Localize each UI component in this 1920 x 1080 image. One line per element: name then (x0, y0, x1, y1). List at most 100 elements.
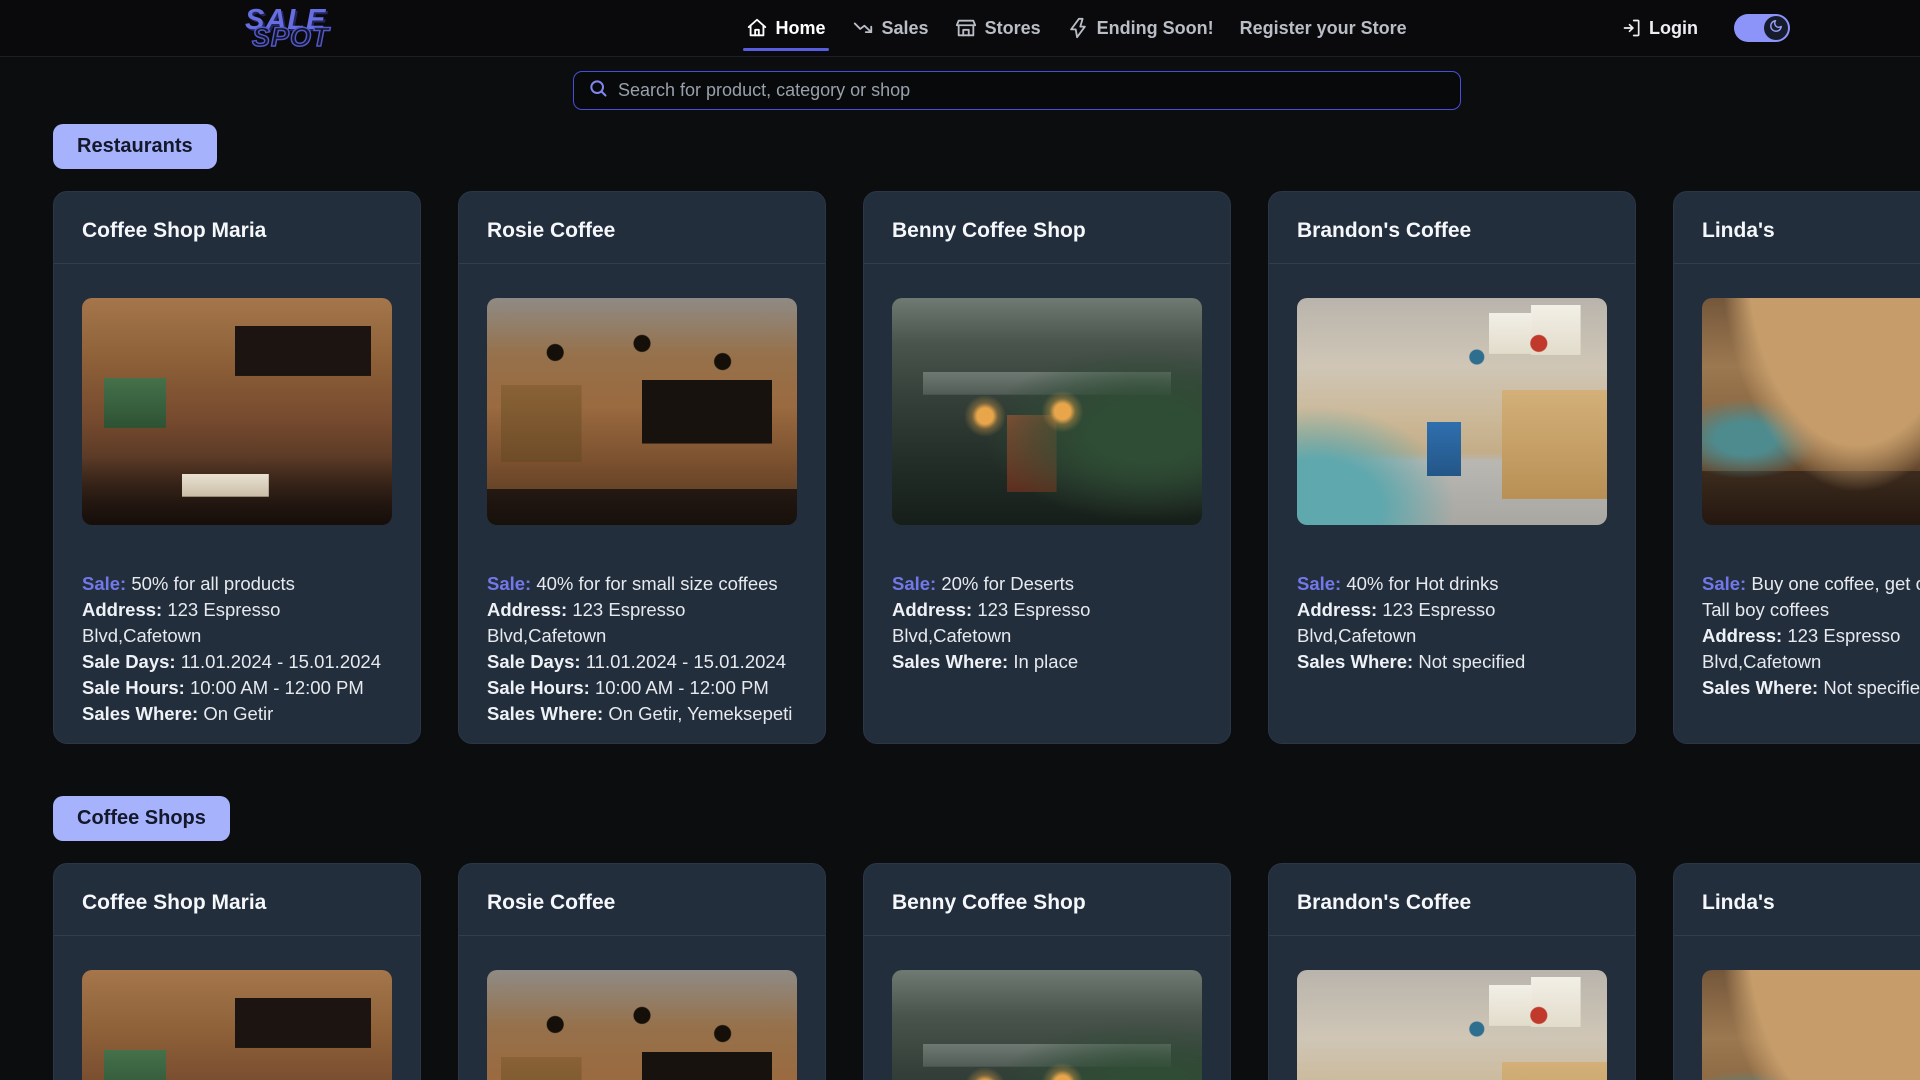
field-label: Sale Days: (487, 651, 581, 672)
shop-card-linda-s[interactable]: Linda'sSale: Buy one coffee, get one fre… (1673, 863, 1920, 1080)
field-label: Sale Hours: (82, 677, 185, 698)
nav-items: Home Sales Stores Ending Soon! Register your… (746, 0, 1407, 57)
card-field-sale-hours: Sale Hours: 10:00 AM - 12:00 PM (487, 675, 797, 701)
card-details: Sale: 40% for Hot drinksAddress: 123 Esp… (1297, 571, 1607, 675)
coffee-shop-maria-photo (82, 298, 392, 525)
nav-item-label: Register your Store (1240, 18, 1407, 39)
nav-item-label: Sales (882, 18, 929, 39)
section-badge-coffee-shops[interactable]: Coffee Shops (53, 796, 230, 841)
card-field-sales-where: Sales Where: On Getir, Yemeksepeti (487, 701, 797, 727)
shop-card-benny-coffee-shop[interactable]: Benny Coffee ShopSale: 20% for DesertsAd… (863, 191, 1231, 744)
rosie-coffee-photo (487, 298, 797, 525)
field-label: Address: (1297, 599, 1377, 620)
shop-card-linda-s[interactable]: Linda'sSale: Buy one coffee, get one fre… (1673, 191, 1920, 744)
field-value: Not specified (1823, 677, 1920, 698)
cards-row: Coffee Shop MariaSale: 50% for all produ… (53, 863, 1920, 1080)
card-title: Linda's (1674, 864, 1920, 936)
benny-coffee-shop-photo (892, 970, 1202, 1080)
field-label: Sales Where: (892, 651, 1008, 672)
dark-mode-toggle[interactable] (1734, 14, 1790, 42)
field-label: Address: (892, 599, 972, 620)
field-label: Address: (1702, 625, 1782, 646)
card-field-address: Address: 123 Espresso Blvd,Cafetown (892, 597, 1202, 649)
card-field-address: Address: 123 Espresso Blvd,Cafetown (1702, 623, 1920, 675)
lindas-photo (1702, 970, 1920, 1080)
nav-item-label: Stores (985, 18, 1041, 39)
login-label: Login (1649, 18, 1698, 39)
card-field-sale-hours: Sale Hours: 10:00 AM - 12:00 PM (82, 675, 392, 701)
lindas-photo (1702, 298, 1920, 525)
shop-card-coffee-shop-maria[interactable]: Coffee Shop Maria Sale: 50% for all produ… (53, 191, 421, 744)
card-title: Brandon's Coffee (1269, 192, 1635, 264)
field-label: Sale: (1297, 573, 1341, 594)
nav-item-register-your-store[interactable]: Register your Store (1240, 0, 1407, 57)
main-content: Restaurants Coffee Shop Maria Sale: 50% fo… (0, 110, 1920, 1080)
shop-card-brandon-s-coffee[interactable]: Brandon's Coffee Sale: 40% for Hot drinks… (1268, 191, 1636, 744)
card-field-sale-days: Sale Days: 11.01.2024 - 15.01.2024 (82, 649, 392, 675)
field-value: On Getir (203, 703, 273, 724)
field-label: Sale: (487, 573, 531, 594)
ending-soon-icon (1067, 17, 1089, 39)
card-title: Brandon's Coffee (1269, 864, 1635, 936)
field-value: Not specified (1418, 651, 1525, 672)
field-value: 50% for all products (131, 573, 295, 594)
cards-row: Coffee Shop Maria Sale: 50% for all produ… (53, 191, 1920, 744)
search-icon (588, 78, 608, 103)
nav-item-ending-soon[interactable]: Ending Soon! (1067, 0, 1214, 57)
card-details: Sale: 40% for for small size coffeesAddr… (487, 571, 797, 727)
nav-item-label: Ending Soon! (1097, 18, 1214, 39)
nav-item-sales[interactable]: Sales (852, 0, 929, 57)
search-bar (573, 71, 1461, 110)
field-value: On Getir, Yemeksepeti (608, 703, 792, 724)
sale-spot-logo[interactable]: SALE SPOT (245, 6, 330, 51)
section-coffee-shops: Coffee Shops Coffee Shop MariaSale: 50% f… (53, 744, 1920, 1080)
section-restaurants: Restaurants Coffee Shop Maria Sale: 50% fo… (53, 110, 1920, 744)
field-value: 20% for Deserts (941, 573, 1074, 594)
card-field-sale: Sale: Buy one coffee, get one free for T… (1702, 571, 1920, 623)
field-label: Sales Where: (487, 703, 603, 724)
field-label: Sales Where: (1702, 677, 1818, 698)
benny-coffee-shop-photo (892, 298, 1202, 525)
field-value: 11.01.2024 - 15.01.2024 (181, 651, 381, 672)
field-label: Sale Days: (82, 651, 176, 672)
field-label: Sale: (892, 573, 936, 594)
shop-card-rosie-coffee[interactable]: Rosie CoffeeSale: 40% for for small size… (458, 863, 826, 1080)
coffee-shop-maria-photo (82, 970, 392, 1080)
field-label: Address: (82, 599, 162, 620)
card-title: Coffee Shop Maria (54, 192, 420, 264)
brandons-coffee-photo (1297, 298, 1607, 525)
field-label: Address: (487, 599, 567, 620)
brandons-coffee-photo (1297, 970, 1607, 1080)
login-button[interactable]: Login (1622, 18, 1698, 39)
card-field-address: Address: 123 Espresso Blvd,Cafetown (487, 597, 797, 649)
card-details: Sale: 20% for DesertsAddress: 123 Espres… (892, 571, 1202, 675)
field-value: 40% for Hot drinks (1346, 573, 1498, 594)
card-title: Benny Coffee Shop (864, 864, 1230, 936)
toggle-knob (1764, 16, 1788, 40)
field-label: Sale: (1702, 573, 1746, 594)
shop-card-benny-coffee-shop[interactable]: Benny Coffee ShopSale: 20% for DesertsAd… (863, 863, 1231, 1080)
section-badge-restaurants[interactable]: Restaurants (53, 124, 217, 169)
card-title: Rosie Coffee (459, 192, 825, 264)
card-title: Benny Coffee Shop (864, 192, 1230, 264)
card-field-sale: Sale: 20% for Deserts (892, 571, 1202, 597)
search-input[interactable] (618, 80, 1446, 101)
stores-icon (955, 17, 977, 39)
field-label: Sales Where: (82, 703, 198, 724)
shop-card-coffee-shop-maria[interactable]: Coffee Shop MariaSale: 50% for all produ… (53, 863, 421, 1080)
nav-item-stores[interactable]: Stores (955, 0, 1041, 57)
field-value: 11.01.2024 - 15.01.2024 (586, 651, 786, 672)
login-icon (1622, 18, 1642, 38)
nav-item-home[interactable]: Home (746, 0, 826, 57)
card-field-sales-where: Sales Where: On Getir (82, 701, 392, 727)
home-icon (746, 17, 768, 39)
card-field-sale: Sale: 40% for for small size coffees (487, 571, 797, 597)
shop-card-brandon-s-coffee[interactable]: Brandon's CoffeeSale: 40% for Hot drinks… (1268, 863, 1636, 1080)
field-value: 40% for for small size coffees (536, 573, 777, 594)
shop-card-rosie-coffee[interactable]: Rosie Coffee Sale: 40% for for small size… (458, 191, 826, 744)
card-field-sale: Sale: 50% for all products (82, 571, 392, 597)
card-field-sale-days: Sale Days: 11.01.2024 - 15.01.2024 (487, 649, 797, 675)
card-title: Rosie Coffee (459, 864, 825, 936)
rosie-coffee-photo (487, 970, 797, 1080)
card-field-sale: Sale: 40% for Hot drinks (1297, 571, 1607, 597)
